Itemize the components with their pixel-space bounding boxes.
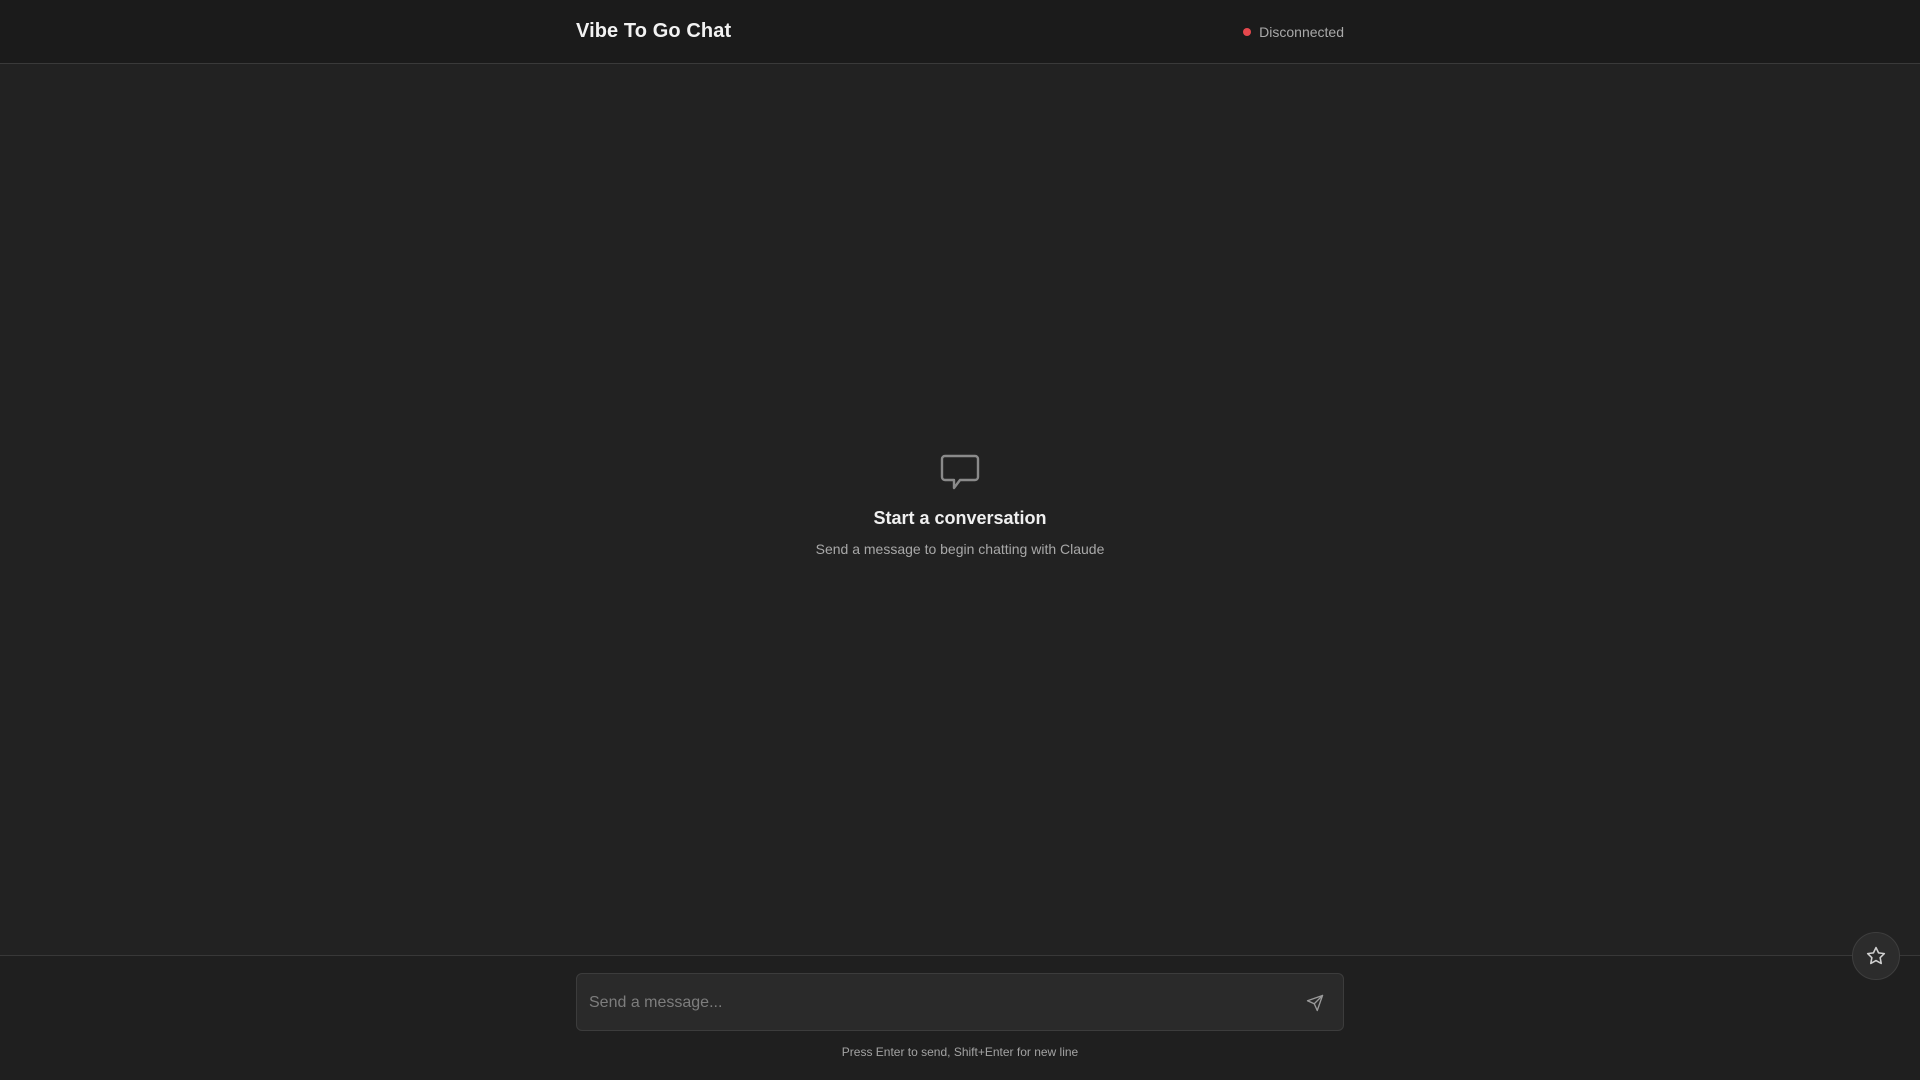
app-title: Vibe To Go Chat <box>576 20 732 42</box>
message-input[interactable] <box>589 992 1269 1016</box>
chat-bubble-icon <box>940 454 980 490</box>
empty-state: Start a conversation Send a message to b… <box>576 450 1344 557</box>
status-label: Disconnected <box>1259 23 1344 40</box>
composer-area: Press Enter to send, Shift+Enter for new… <box>0 955 1920 1080</box>
star-icon <box>1866 946 1886 965</box>
favorite-button[interactable] <box>1852 932 1900 980</box>
send-button[interactable] <box>1303 991 1327 1015</box>
empty-state-subtitle: Send a message to begin chatting with Cl… <box>815 541 1105 557</box>
send-icon <box>1306 994 1324 1012</box>
header: Vibe To Go Chat Disconnected <box>0 0 1920 64</box>
connection-status: Disconnected <box>1243 24 1344 40</box>
message-composer <box>576 973 1344 1031</box>
empty-state-title: Start a conversation <box>873 508 1047 528</box>
status-dot <box>1243 27 1252 36</box>
header-content: Vibe To Go Chat Disconnected <box>576 0 1344 63</box>
keyboard-hint: Press Enter to send, Shift+Enter for new… <box>841 1045 1079 1059</box>
chat-app: Vibe To Go Chat Disconnected Start a con… <box>0 0 1920 1080</box>
